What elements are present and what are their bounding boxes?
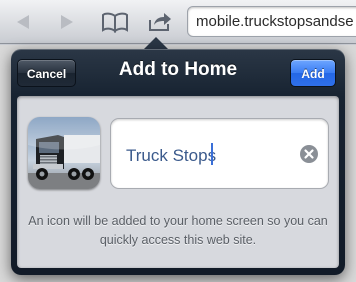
clear-text-icon[interactable] bbox=[299, 144, 319, 164]
bookmarks-icon[interactable] bbox=[101, 11, 129, 33]
name-field[interactable] bbox=[110, 118, 329, 189]
forward-arrow-icon[interactable] bbox=[58, 13, 76, 31]
text-caret bbox=[211, 143, 213, 165]
truck-icon bbox=[28, 117, 100, 189]
dialog-content: An icon will be added to your home scree… bbox=[17, 96, 339, 268]
browser-toolbar: mobile.truckstopsandse bbox=[0, 0, 356, 44]
add-to-home-dialog: Cancel Add to Home Add Truck Stops An ic… bbox=[11, 49, 345, 275]
dialog-hint-text: An icon will be added to your home scree… bbox=[28, 214, 328, 247]
url-field[interactable]: mobile.truckstopsandse bbox=[187, 6, 356, 37]
add-button[interactable]: Add bbox=[290, 59, 336, 87]
share-icon[interactable] bbox=[147, 9, 173, 33]
back-arrow-icon[interactable] bbox=[14, 13, 32, 31]
